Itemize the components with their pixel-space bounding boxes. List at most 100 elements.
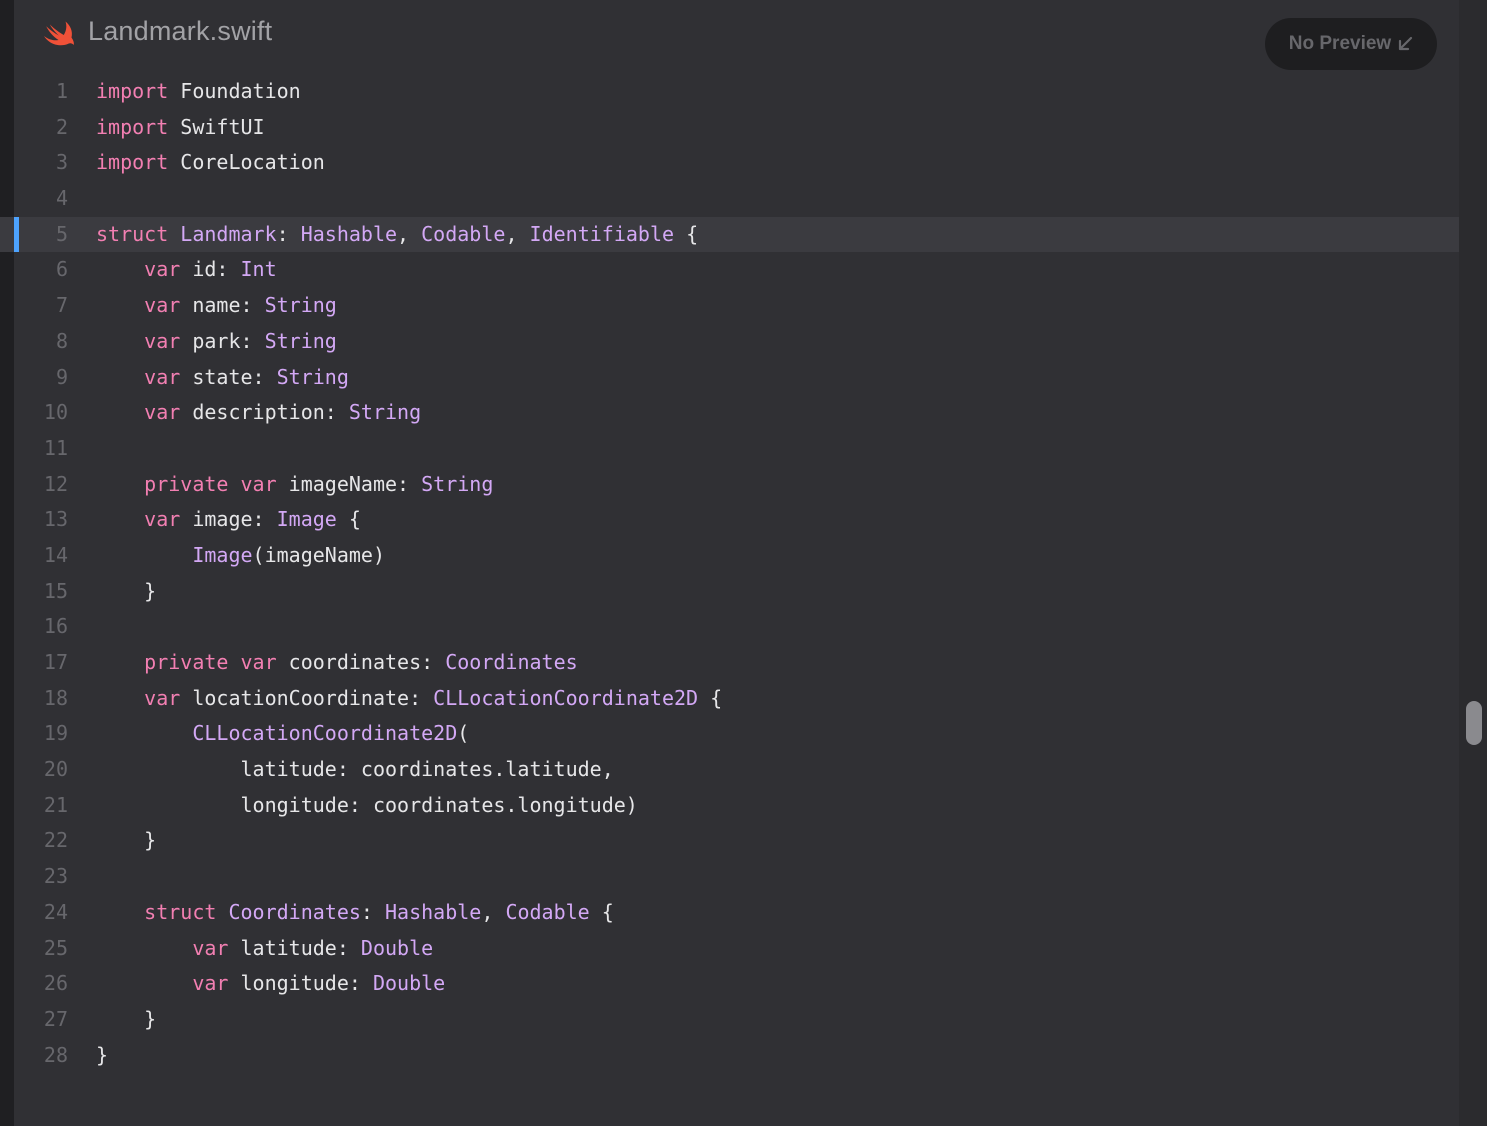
type-token: Double (360, 935, 434, 960)
code-line-text[interactable]: var name: String (96, 288, 337, 324)
line-number[interactable]: 2 (14, 110, 68, 146)
code-line[interactable]: 5 struct Landmark: Hashable, Codable, Ide… (0, 216, 1459, 253)
line-number[interactable]: 10 (14, 395, 68, 431)
line-number[interactable]: 3 (14, 145, 68, 181)
code-line[interactable]: 4 (0, 181, 1459, 217)
line-number[interactable]: 25 (14, 931, 68, 967)
line-number[interactable]: 21 (14, 788, 68, 824)
code-line-text[interactable]: latitude: coordinates.latitude, (96, 752, 613, 788)
code-line[interactable]: 21 longitude: coordinates.longitude) (0, 788, 1459, 824)
code-line-text[interactable]: private var imageName: String (96, 467, 493, 503)
code-token: } (96, 1006, 157, 1031)
code-line[interactable]: 16 (0, 609, 1459, 645)
line-number[interactable]: 26 (14, 966, 68, 1002)
line-number[interactable]: 15 (14, 574, 68, 610)
line-number[interactable]: 17 (14, 645, 68, 681)
code-line[interactable]: 13 var image: Image { (0, 502, 1459, 538)
code-line-text[interactable]: private var coordinates: Coordinates (96, 645, 578, 681)
code-line-text[interactable]: struct Coordinates: Hashable, Codable { (96, 895, 614, 931)
code-line[interactable]: 6 var id: Int (0, 252, 1459, 288)
code-line[interactable]: 8 var park: String (0, 324, 1459, 360)
line-number[interactable]: 22 (14, 823, 68, 859)
line-number[interactable]: 1 (14, 74, 68, 110)
code-line[interactable]: 12 private var imageName: String (0, 467, 1459, 503)
line-number[interactable]: 13 (14, 502, 68, 538)
line-number[interactable]: 24 (14, 895, 68, 931)
line-number[interactable]: 11 (14, 431, 68, 467)
code-line-text[interactable]: var state: String (96, 360, 349, 396)
code-line-text[interactable]: import CoreLocation (96, 145, 325, 181)
type-token: String (276, 364, 349, 389)
code-line[interactable]: 15 } (0, 574, 1459, 610)
code-line-text[interactable]: CLLocationCoordinate2D( (96, 716, 469, 752)
code-line[interactable]: 23 (0, 859, 1459, 895)
line-number[interactable]: 19 (14, 716, 68, 752)
line-number[interactable]: 16 (14, 609, 68, 645)
code-line[interactable]: 25 var latitude: Double (0, 931, 1459, 967)
code-token: image: (180, 507, 277, 532)
line-number[interactable]: 4 (14, 181, 68, 217)
code-line-text[interactable]: var park: String (96, 324, 337, 360)
keyword-token: struct (96, 221, 169, 246)
code-line[interactable]: 22 } (0, 823, 1459, 859)
code-line-text[interactable]: } (96, 574, 156, 610)
code-line-text[interactable]: longitude: coordinates.longitude) (96, 788, 637, 824)
line-number[interactable]: 20 (14, 752, 68, 788)
code-line-text[interactable]: var image: Image { (96, 502, 361, 538)
code-line-text[interactable]: var id: Int (96, 252, 276, 288)
source-code[interactable]: 1 import Foundation 2 import SwiftUI 3 import… (0, 74, 1459, 1073)
code-line-text[interactable]: } (96, 823, 156, 859)
code-line-text[interactable]: Image(imageName) (96, 538, 385, 574)
line-number[interactable]: 8 (14, 324, 68, 360)
line-number[interactable]: 14 (14, 538, 68, 574)
type-token: Landmark (180, 221, 277, 246)
code-token: { (336, 507, 361, 532)
line-number[interactable]: 23 (14, 859, 68, 895)
code-line-text[interactable]: var description: String (96, 395, 421, 431)
line-number[interactable]: 7 (14, 288, 68, 324)
code-line-text[interactable]: import Foundation (96, 74, 301, 110)
type-token: Image (192, 542, 253, 567)
code-line[interactable]: 3 import CoreLocation (0, 145, 1459, 181)
scrollbar-thumb[interactable] (1466, 701, 1482, 745)
line-number[interactable]: 5 (14, 217, 68, 253)
code-line-text[interactable]: var locationCoordinate: CLLocationCoordi… (96, 681, 722, 717)
code-line[interactable]: 1 import Foundation (0, 74, 1459, 110)
code-line[interactable]: 2 import SwiftUI (0, 110, 1459, 146)
code-line[interactable]: 27 } (0, 1002, 1459, 1038)
line-number[interactable]: 18 (14, 681, 68, 717)
code-line[interactable]: 24 struct Coordinates: Hashable, Codable… (0, 895, 1459, 931)
code-line[interactable]: 20 latitude: coordinates.latitude, (0, 752, 1459, 788)
code-line[interactable]: 7 var name: String (0, 288, 1459, 324)
code-line[interactable]: 28} (0, 1038, 1459, 1074)
code-line-text[interactable]: var latitude: Double (96, 931, 433, 967)
code-line[interactable]: 26 var longitude: Double (0, 966, 1459, 1002)
line-number[interactable]: 28 (14, 1038, 68, 1074)
code-line[interactable]: 17 private var coordinates: Coordinates (0, 645, 1459, 681)
code-line[interactable]: 18 var locationCoordinate: CLLocationCoo… (0, 681, 1459, 717)
code-line[interactable]: 10 var description: String (0, 395, 1459, 431)
keyword-token: var (144, 364, 181, 389)
line-number[interactable]: 27 (14, 1002, 68, 1038)
swift-logo-icon (44, 21, 74, 46)
code-line[interactable]: 14 Image(imageName) (0, 538, 1459, 574)
line-number[interactable]: 12 (14, 467, 68, 503)
code-line[interactable]: 9 var state: String (0, 360, 1459, 396)
code-line-text[interactable]: } (96, 1002, 156, 1038)
code-line-text[interactable]: var longitude: Double (96, 966, 445, 1002)
code-line-text[interactable]: struct Landmark: Hashable, Codable, Iden… (96, 217, 698, 253)
code-token: longitude: (228, 971, 373, 996)
code-line-text[interactable]: import SwiftUI (96, 110, 265, 146)
line-number[interactable]: 6 (14, 252, 68, 288)
type-token: Identifiable (529, 221, 675, 246)
code-line[interactable]: 19 CLLocationCoordinate2D( (0, 716, 1459, 752)
scrollbar-track[interactable] (1459, 0, 1487, 1126)
code-token: , (397, 221, 422, 246)
line-number[interactable]: 9 (14, 360, 68, 396)
code-line[interactable]: 11 (0, 431, 1459, 467)
no-preview-button[interactable]: No Preview (1265, 18, 1437, 70)
code-line-text[interactable]: } (96, 1038, 108, 1074)
